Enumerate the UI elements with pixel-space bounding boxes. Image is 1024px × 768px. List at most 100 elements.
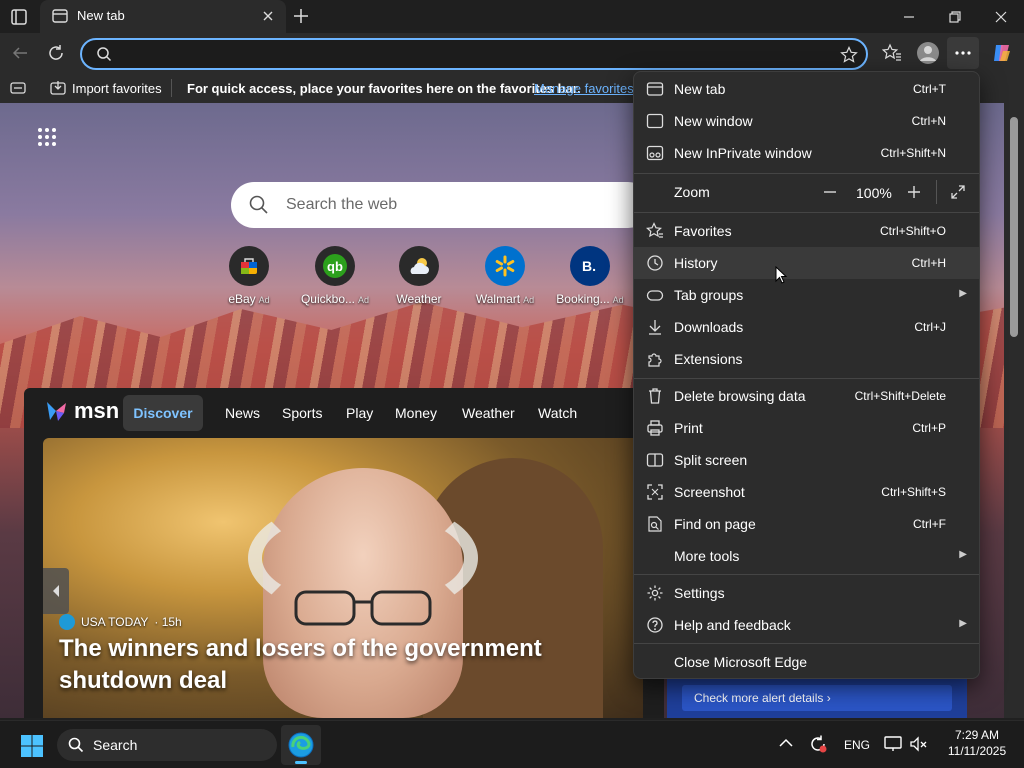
menu-item-help-and-feedback[interactable]: Help and feedback ▶ [634,609,979,641]
menu-item-split-screen[interactable]: Split screen [634,444,979,476]
menu-item-close-microsoft-edge[interactable]: Close Microsoft Edge [634,646,979,678]
quick-link-booking[interactable]: B. Booking... Ad [550,246,630,306]
menu-item-new-inprivate-window[interactable]: New InPrivate window Ctrl+Shift+N [634,137,979,169]
favorites-star-icon [646,222,663,238]
taskbar-edge-button[interactable] [281,725,321,765]
show-hidden-icons-chevron-icon[interactable] [779,738,793,748]
downloads-icon [649,320,661,335]
import-favorites-button[interactable]: Import favorites [72,81,162,96]
taskbar-search[interactable]: Search [57,729,277,761]
sync-alert-icon[interactable] [808,734,828,754]
new-tab-plus-icon[interactable] [292,7,310,25]
help-icon [647,617,663,633]
minimize-button[interactable] [886,0,932,33]
nav-news[interactable]: News [225,405,260,421]
scrollbar-thumb[interactable] [1010,117,1018,337]
full-screen-icon[interactable] [950,184,966,200]
menu-item-downloads[interactable]: Downloads Ctrl+J [634,311,979,343]
split-screen-icon [646,453,664,467]
language-indicator[interactable]: ENG [844,738,870,752]
clock[interactable]: 7:29 AM 11/11/2025 [942,727,1012,759]
favorites-icon[interactable] [876,37,908,69]
menu-item-find-on-page[interactable]: Find on page Ctrl+F [634,508,979,540]
quick-link-quickbooks[interactable]: qb Quickbo... Ad [295,246,375,306]
nav-watch[interactable]: Watch [538,405,577,421]
page-scrollbar[interactable] [1004,103,1024,718]
zoom-level: 100% [856,185,892,201]
taskbar-search-label: Search [93,737,138,753]
quick-link-label: Quickbo... [300,292,355,306]
quick-link-walmart[interactable]: Walmart Ad [465,246,545,306]
menu-item-settings[interactable]: Settings [634,577,979,609]
web-search-input[interactable]: Search the web [286,196,397,214]
msn-feed: msn Discover News Sports Play Money Weat… [24,388,664,718]
menu-item-label: New InPrivate window [674,145,812,161]
nav-sports[interactable]: Sports [282,405,322,421]
menu-item-delete-browsing-data[interactable]: Delete browsing data Ctrl+Shift+Delete [634,380,979,412]
ad-badge: Ad [258,295,270,305]
restore-button[interactable] [932,0,978,33]
extensions-puzzle-icon [648,353,662,367]
menu-item-label: Screenshot [674,484,745,500]
refresh-icon[interactable] [40,37,72,69]
add-favorite-star-icon[interactable] [840,46,858,64]
close-tab-icon[interactable] [262,10,274,22]
zoom-in-icon[interactable] [906,184,922,200]
menu-item-history[interactable]: History Ctrl+H [634,247,979,279]
quickbooks-icon: qb [315,246,355,286]
close-window-button[interactable] [978,0,1024,33]
address-bar[interactable] [80,38,868,70]
profile-avatar[interactable] [912,37,944,69]
apps-launcher-icon[interactable] [37,127,57,147]
menu-item-more-tools[interactable]: More tools ▶ [634,540,979,572]
menu-divider [634,173,979,174]
title-bar: New tab [0,0,1024,33]
menu-item-new-tab[interactable]: New tab Ctrl+T [634,73,979,105]
menu-item-new-window[interactable]: New window Ctrl+N [634,105,979,137]
tab-new-tab[interactable]: New tab [40,0,286,33]
story-source-name: USA TODAY [81,615,149,629]
windows-start-icon[interactable] [20,734,44,758]
web-search-icon [249,195,269,215]
manage-favorites-link[interactable]: Manage favorites [534,81,634,96]
menu-item-shortcut: Ctrl+T [913,82,946,96]
tab-actions-icon[interactable] [10,8,28,26]
menu-item-screenshot[interactable]: Screenshot Ctrl+Shift+S [634,476,979,508]
mouse-cursor-icon [775,266,787,284]
quick-link-weather[interactable]: Weather [379,246,459,306]
hero-story-card[interactable]: USA TODAY · 15h The winners and losers o… [43,438,643,718]
story-source: USA TODAY · 15h [59,614,182,630]
quick-link-label: Booking... [556,292,610,306]
network-icon[interactable] [884,736,902,752]
nav-weather[interactable]: Weather [462,405,515,421]
import-icon [50,80,66,96]
menu-item-label: Help and feedback [674,617,791,633]
quick-link-label: Walmart [475,292,521,306]
nav-money[interactable]: Money [395,405,437,421]
quick-link-ebay[interactable]: eBay Ad [209,246,289,306]
menu-item-shortcut: Ctrl+Shift+O [879,224,946,238]
back-icon[interactable] [4,37,36,69]
menu-item-tab-groups[interactable]: Tab groups ▶ [634,279,979,311]
walmart-icon [485,246,525,286]
weather-icon [399,246,439,286]
check-alert-details-button[interactable]: Check more alert details › [682,685,952,711]
web-search-box[interactable]: Search the web [231,182,651,228]
chevron-left-icon [53,585,59,597]
menu-item-extensions[interactable]: Extensions [634,343,979,375]
msn-logo[interactable]: msn [44,398,119,424]
menu-item-print[interactable]: Print Ctrl+P [634,412,979,444]
nav-discover[interactable]: Discover [123,395,203,431]
edge-icon [288,732,314,758]
copilot-icon[interactable] [986,37,1018,69]
story-headline[interactable]: The winners and losers of the government… [59,633,643,697]
favorites-bar-menu-icon[interactable] [10,81,26,95]
hero-prev-button[interactable] [43,568,69,614]
nav-play[interactable]: Play [346,405,373,421]
new-tab-icon [646,82,664,96]
zoom-out-icon[interactable] [822,184,838,200]
settings-and-more-button[interactable] [947,37,979,69]
menu-item-favorites[interactable]: Favorites Ctrl+Shift+O [634,215,979,247]
menu-item-label: Close Microsoft Edge [674,654,808,670]
volume-muted-icon[interactable] [910,736,928,752]
